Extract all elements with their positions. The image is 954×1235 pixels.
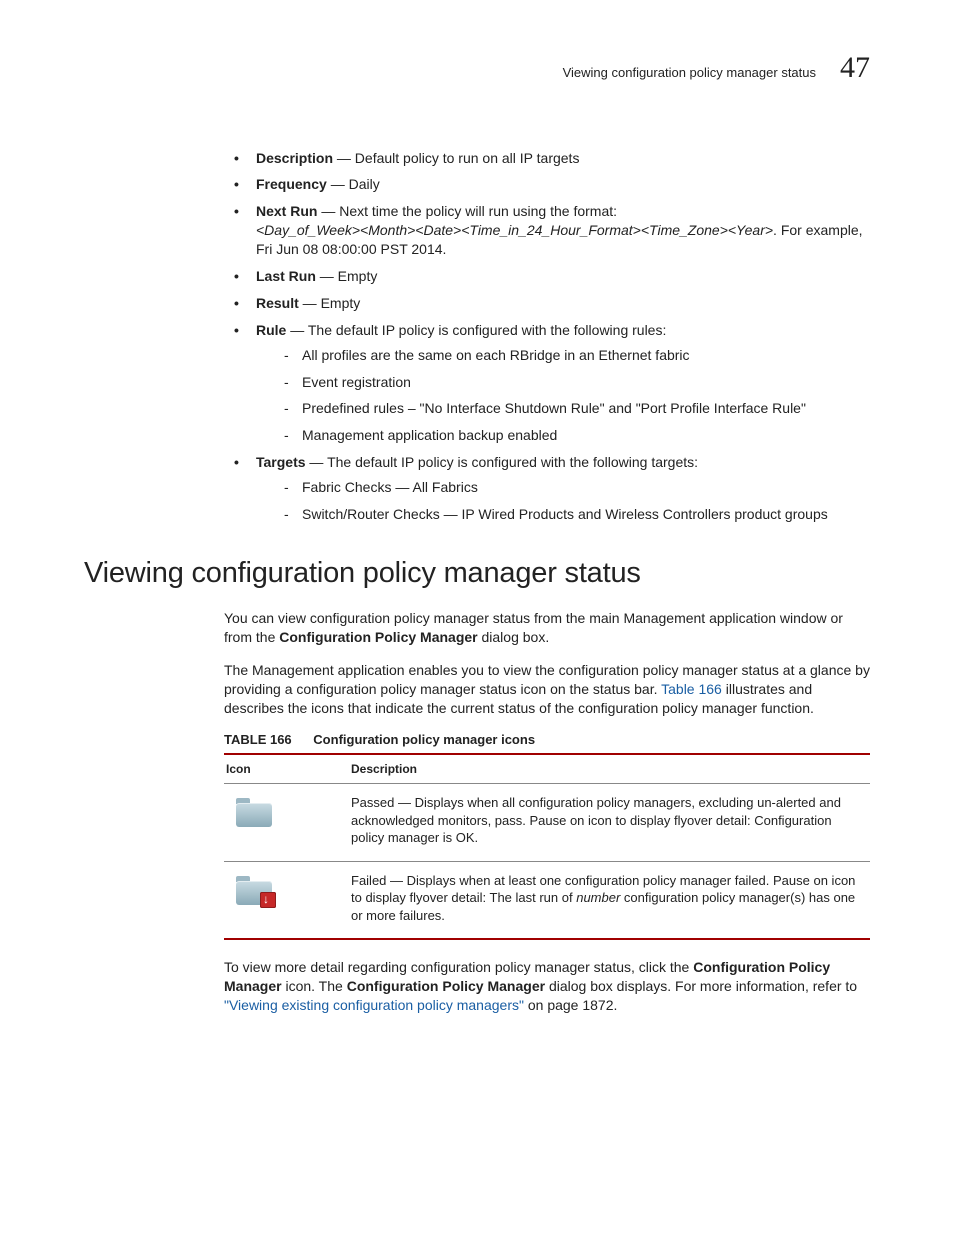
text: — Empty [299,295,360,311]
desc-cell: Failed — Displays when at least one conf… [349,861,870,939]
rule-item: Event registration [284,373,870,392]
text: — Empty [316,268,377,284]
table-row: Passed — Displays when all configuration… [224,784,870,862]
target-item: Switch/Router Checks — IP Wired Products… [284,505,870,524]
table-row: Failed — Displays when at least one conf… [224,861,870,939]
text: dialog box. [478,629,550,645]
intro-paragraph-2: The Management application enables you t… [224,661,870,718]
running-header: Viewing configuration policy manager sta… [84,48,870,89]
rule-item: All profiles are the same on each RBridg… [284,346,870,365]
chapter-number: 47 [840,48,870,89]
text: on page 1872. [524,997,617,1013]
italic-text: number [576,890,620,905]
term: Result [256,295,299,311]
col-header-desc: Description [349,754,870,784]
table-caption: TABLE 166 Configuration policy manager i… [224,731,870,749]
folder-failed-icon [236,876,272,904]
lead: — The default IP policy is configured wi… [306,454,698,470]
icon-cell [224,861,349,939]
rule-item: Management application backup enabled [284,426,870,445]
target-item: Fabric Checks — All Fabrics [284,478,870,497]
bullet-description: Description — Default policy to run on a… [234,149,870,168]
term: Targets [256,454,306,470]
text: — Daily [327,176,380,192]
rule-sublist: All profiles are the same on each RBridg… [256,346,870,446]
cross-reference-link[interactable]: "Viewing existing configuration policy m… [224,997,524,1013]
term: Description [256,150,333,166]
text: icon. The [282,978,347,994]
bullet-frequency: Frequency — Daily [234,175,870,194]
after-table-paragraph: To view more detail regarding configurat… [224,958,870,1015]
col-header-icon: Icon [224,754,349,784]
text: dialog box displays. For more informatio… [545,978,857,994]
table-title: Configuration policy manager icons [313,732,535,747]
desc-cell: Passed — Displays when all configuration… [349,784,870,862]
icons-table: Icon Description Passed — Displays when … [224,753,870,940]
bullet-rule: Rule — The default IP policy is configur… [234,321,870,445]
table-cross-reference-link[interactable]: Table 166 [661,681,722,697]
term: Rule [256,322,286,338]
rule-item: Predefined rules – "No Interface Shutdow… [284,399,870,418]
targets-sublist: Fabric Checks — All Fabrics Switch/Route… [256,478,870,524]
bullet-last-run: Last Run — Empty [234,267,870,286]
bullet-result: Result — Empty [234,294,870,313]
document-page: { "header": { "running_title": "Viewing … [0,0,954,1235]
text: — Default policy to run on all IP target… [333,150,579,166]
running-header-title: Viewing configuration policy manager sta… [563,64,816,82]
bullet-targets: Targets — The default IP policy is confi… [234,453,870,524]
term: Frequency [256,176,327,192]
dialog-name: Configuration Policy Manager [347,978,545,994]
folder-passed-icon [236,798,272,826]
bullet-next-run: Next Run — Next time the policy will run… [234,202,870,259]
table-label: TABLE 166 [224,732,292,747]
intro-paragraph-1: You can view configuration policy manage… [224,609,870,647]
dialog-name: Configuration Policy Manager [279,629,477,645]
table-header-row: Icon Description [224,754,870,784]
policy-attributes-list: Description — Default policy to run on a… [234,149,870,524]
icon-cell [224,784,349,862]
term: Next Run [256,203,317,219]
term: Last Run [256,268,316,284]
lead: — The default IP policy is configured wi… [286,322,666,338]
text: To view more detail regarding configurat… [224,959,693,975]
format-string: <Day_of_Week><Month><Date><Time_in_24_Ho… [256,222,773,238]
section-heading: Viewing configuration policy manager sta… [84,554,870,593]
lead: — Next time the policy will run using th… [317,203,617,219]
